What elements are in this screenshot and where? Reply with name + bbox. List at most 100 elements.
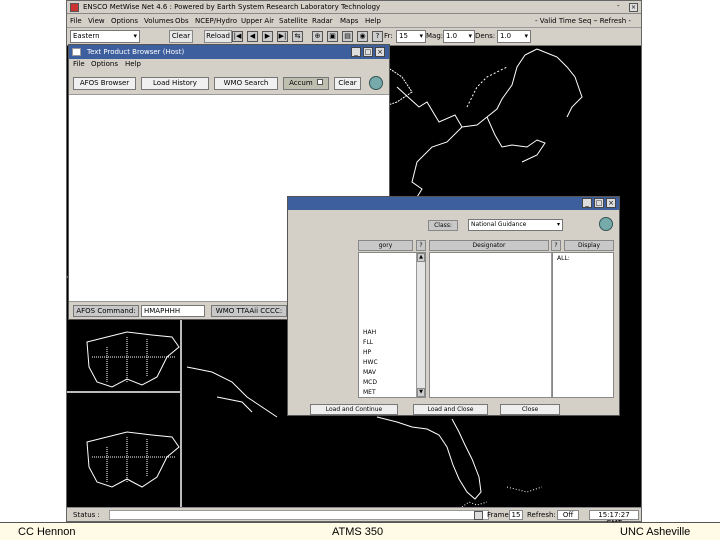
step-forward-icon[interactable]: ▶ <box>262 31 273 42</box>
designator-column-header[interactable]: Designator <box>429 240 549 251</box>
close-button[interactable]: Close <box>500 404 560 415</box>
florida-coastline <box>376 416 543 507</box>
tpb-toolbar: AFOS Browser Load History WMO Search Acc… <box>69 70 389 95</box>
load-and-close-button[interactable]: Load and Close <box>413 404 488 415</box>
display-list[interactable]: ALL: <box>552 252 614 398</box>
display-value[interactable]: ALL: <box>557 255 570 262</box>
footer-institution: UNC Asheville <box>620 526 691 538</box>
afos-command-label: AFOS Command: <box>73 305 139 317</box>
info-icon[interactable]: ? <box>372 31 383 42</box>
first-frame-icon[interactable]: |◀ <box>232 31 243 42</box>
chevron-down-icon: ▾ <box>468 32 472 40</box>
refresh-menu[interactable]: - Refresh - <box>595 17 631 25</box>
tpb-title: Text Product Browser (Host) <box>87 48 185 56</box>
list-item[interactable]: FLL <box>363 339 373 346</box>
wmo-search-button[interactable]: WMO Search <box>214 77 278 90</box>
class-select[interactable]: National Guidance ▾ <box>468 219 563 231</box>
list-item[interactable]: MET <box>363 389 376 396</box>
frames-value: 15 <box>509 510 523 520</box>
close-icon[interactable]: × <box>375 47 385 57</box>
maximize-icon[interactable]: □ <box>363 47 373 57</box>
product-selection-window: _ □ × Class: National Guidance ▾ gory ? … <box>287 196 620 416</box>
globe-icon[interactable] <box>369 76 383 90</box>
clock-readout: 15:17:27 GMT <box>589 510 639 527</box>
maximize-icon[interactable]: □ <box>594 198 604 208</box>
footer-author: CC Hennon <box>18 526 76 538</box>
afos-browser-button[interactable]: AFOS Browser <box>73 77 136 90</box>
image-icon[interactable]: ▣ <box>327 31 338 42</box>
accum-toggle[interactable]: Accum <box>283 77 329 90</box>
scroll-down-icon[interactable]: ▼ <box>417 388 425 397</box>
chevron-down-icon: ▾ <box>556 221 560 228</box>
fr-label: Fr: <box>384 32 393 40</box>
menu-ncep-hydro[interactable]: NCEP/Hydro <box>195 17 237 25</box>
tpb-menu-help[interactable]: Help <box>125 60 141 68</box>
frames-select-value: 15 <box>399 32 408 40</box>
app-menubar: File View Options Volumes Obs NCEP/Hydro… <box>67 14 641 28</box>
status-field <box>109 510 489 520</box>
list-item[interactable]: HP <box>363 349 371 356</box>
menu-options[interactable]: Options <box>111 17 138 25</box>
globe-icon[interactable] <box>599 217 613 231</box>
app-title-bar: ENSCO MetWise Net 4.6 : Powered by Earth… <box>67 1 641 14</box>
refresh-label: Refresh: <box>527 511 556 519</box>
app-statusbar: Status : Frames: 15 Refresh: Off 15:17:2… <box>67 507 641 527</box>
mag-select[interactable]: 1.0 ▾ <box>443 30 475 43</box>
designator-help-icon[interactable]: ? <box>551 240 561 251</box>
category-help-icon[interactable]: ? <box>416 240 426 251</box>
close-icon[interactable]: × <box>606 198 616 208</box>
accum-checkbox[interactable] <box>316 79 323 85</box>
load-and-continue-button[interactable]: Load and Continue <box>310 404 398 415</box>
menu-satellite[interactable]: Satellite <box>279 17 308 25</box>
frames-select[interactable]: 15 ▾ <box>396 30 426 43</box>
list-item[interactable]: HAH <box>363 329 376 336</box>
menu-volumes[interactable]: Volumes <box>144 17 174 25</box>
list-item[interactable]: MCD <box>363 379 377 386</box>
menu-maps[interactable]: Maps <box>340 17 358 25</box>
last-frame-icon[interactable]: ▶| <box>277 31 288 42</box>
loop-icon[interactable]: ⇆ <box>292 31 303 42</box>
close-icon[interactable]: × <box>629 3 638 12</box>
category-list-scrollbar[interactable]: ▲ ▼ <box>416 253 425 397</box>
valid-time-seq-menu[interactable]: - Valid Time Seq - <box>535 17 596 25</box>
menu-radar[interactable]: Radar <box>312 17 333 25</box>
psw-title-bar: _ □ × <box>288 197 619 210</box>
menu-help[interactable]: Help <box>365 17 381 25</box>
minimize-icon[interactable]: _ <box>582 198 592 208</box>
status-indicator-icon <box>474 511 483 520</box>
minimize-button[interactable]: - <box>617 2 620 10</box>
display-column-header[interactable]: Display <box>564 240 614 251</box>
tpb-menu-options[interactable]: Options <box>91 60 118 68</box>
list-item[interactable]: MAV <box>363 369 376 376</box>
tpb-clear-button[interactable]: Clear <box>334 77 361 90</box>
zoom-icon[interactable]: ⊕ <box>312 31 323 42</box>
scale-select[interactable]: Eastern ▾ <box>70 30 140 43</box>
menu-file[interactable]: File <box>70 17 82 25</box>
menu-view[interactable]: View <box>88 17 105 25</box>
reload-button[interactable]: Reload <box>204 30 232 43</box>
class-select-value: National Guidance <box>471 221 527 228</box>
dens-label: Dens: <box>475 32 496 40</box>
refresh-value[interactable]: Off <box>557 510 579 520</box>
designator-list[interactable]: ▲ ▼ <box>429 252 561 398</box>
minimize-icon[interactable]: _ <box>351 47 361 57</box>
menu-upper-air[interactable]: Upper Air <box>241 17 274 25</box>
scale-select-value: Eastern <box>73 32 100 40</box>
mag-label: Mag: <box>426 32 444 40</box>
status-label: Status : <box>73 511 100 519</box>
print-icon[interactable]: ▤ <box>342 31 353 42</box>
menu-obs[interactable]: Obs <box>175 17 189 25</box>
category-list[interactable]: ▲ ▼ HAH FLL HP HWC MAV MCD MET <box>358 252 426 398</box>
category-column-header[interactable]: gory <box>358 240 413 251</box>
tpb-menu-file[interactable]: File <box>73 60 85 68</box>
scroll-up-icon[interactable]: ▲ <box>417 253 425 262</box>
list-item[interactable]: HWC <box>363 359 378 366</box>
load-history-button[interactable]: Load History <box>141 77 209 90</box>
afos-command-input[interactable]: HMAPHHH <box>141 305 205 317</box>
clear-button[interactable]: Clear <box>169 30 193 43</box>
step-back-icon[interactable]: ◀ <box>247 31 258 42</box>
globe-icon[interactable]: ◉ <box>357 31 368 42</box>
dens-select[interactable]: 1.0 ▾ <box>497 30 531 43</box>
footer-course: ATMS 350 <box>332 526 384 538</box>
chevron-down-icon: ▾ <box>419 32 423 40</box>
